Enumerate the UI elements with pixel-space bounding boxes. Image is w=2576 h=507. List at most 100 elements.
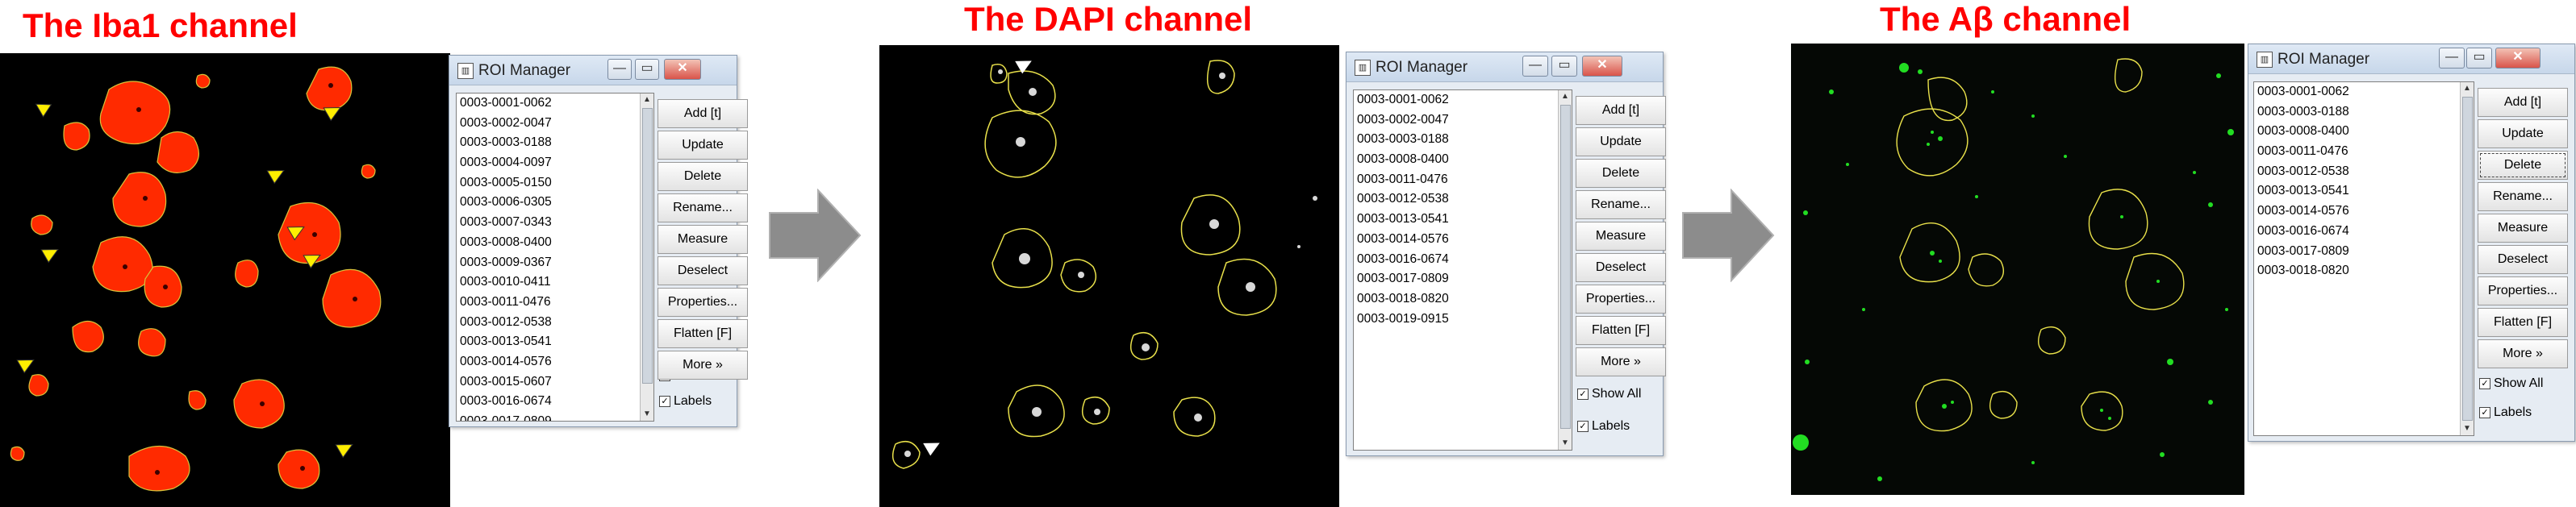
roi-list-item[interactable]: 0003-0002-0047: [1354, 110, 1572, 131]
scroll-up-icon[interactable]: ▲: [1559, 90, 1572, 103]
flatten-button[interactable]: Flatten [F]: [658, 319, 748, 348]
roi-list-item[interactable]: 0003-0013-0541: [457, 332, 653, 352]
roi-list-item[interactable]: 0003-0001-0062: [2254, 82, 2474, 102]
rename-button[interactable]: Rename...: [1576, 190, 1666, 219]
roi-list-item[interactable]: 0003-0002-0047: [457, 114, 653, 134]
deselect-button[interactable]: Deselect: [1576, 253, 1666, 282]
roi-list-item[interactable]: 0003-0018-0820: [2254, 261, 2474, 281]
add-button[interactable]: Add [t]: [1576, 96, 1666, 125]
roi-list-item[interactable]: 0003-0013-0541: [1354, 210, 1572, 230]
show-all-checkbox[interactable]: ✓Show All: [2479, 376, 2543, 391]
labels-checkbox[interactable]: ✓ Labels: [2479, 405, 2532, 420]
roi-list-scrollbar[interactable]: ▲ ▼: [640, 94, 653, 421]
scroll-down-icon[interactable]: ▼: [641, 408, 653, 421]
labels-checkbox[interactable]: ✓ Labels: [1577, 419, 1630, 434]
roi-list-item[interactable]: 0003-0010-0411: [457, 272, 653, 293]
checkbox-check-icon[interactable]: ✓: [2479, 377, 2490, 389]
roi-manager-titlebar[interactable]: ▥ ROI Manager — ▭ ✕: [449, 56, 737, 85]
maximize-icon[interactable]: ▭: [635, 59, 659, 80]
roi-list-item[interactable]: 0003-0003-0188: [1354, 130, 1572, 150]
roi-list-item[interactable]: 0003-0007-0343: [457, 213, 653, 233]
more-button[interactable]: More »: [658, 351, 748, 380]
measure-button[interactable]: Measure: [2478, 214, 2568, 243]
roi-list-item[interactable]: 0003-0011-0476: [2254, 142, 2474, 162]
update-button[interactable]: Update: [2478, 119, 2568, 148]
deselect-button[interactable]: Deselect: [2478, 245, 2568, 274]
checkbox-check-icon[interactable]: ✓: [1577, 388, 1589, 400]
close-icon[interactable]: ✕: [664, 59, 701, 80]
scroll-down-icon[interactable]: ▼: [1559, 437, 1572, 450]
close-icon[interactable]: ✕: [1582, 56, 1622, 77]
roi-manager-window-dapi[interactable]: ▥ ROI Manager — ▭ ✕ 0003-0001-0062 0003-0…: [1346, 52, 1666, 456]
show-all-checkbox[interactable]: ✓Show All: [1577, 387, 1641, 401]
scroll-up-icon[interactable]: ▲: [641, 94, 653, 106]
roi-manager-titlebar[interactable]: ▥ ROI Manager — ▭ ✕: [1346, 52, 1663, 82]
scroll-down-icon[interactable]: ▼: [2461, 422, 2474, 435]
roi-list-item[interactable]: 0003-0018-0820: [1354, 289, 1572, 310]
scroll-thumb[interactable]: [642, 108, 653, 384]
roi-list-item[interactable]: 0003-0008-0400: [2254, 122, 2474, 142]
roi-list-item[interactable]: 0003-0005-0150: [457, 173, 653, 193]
roi-list-scrollbar[interactable]: ▲ ▼: [2460, 82, 2474, 435]
checkbox-check-icon[interactable]: ✓: [659, 395, 670, 407]
checkbox-check-icon[interactable]: ✓: [1577, 420, 1589, 432]
roi-list-item[interactable]: 0003-0009-0367: [457, 253, 653, 273]
roi-list-item[interactable]: 0003-0012-0538: [457, 313, 653, 333]
update-button[interactable]: Update: [658, 131, 748, 160]
roi-list-item[interactable]: 0003-0014-0576: [457, 352, 653, 372]
minimize-icon[interactable]: —: [2439, 48, 2465, 69]
measure-button[interactable]: Measure: [1576, 222, 1666, 251]
flatten-button[interactable]: Flatten [F]: [2478, 308, 2568, 337]
properties-button[interactable]: Properties...: [2478, 276, 2568, 305]
properties-button[interactable]: Properties...: [1576, 285, 1666, 314]
measure-button[interactable]: Measure: [658, 225, 748, 254]
delete-button[interactable]: Delete: [658, 162, 748, 191]
flatten-button[interactable]: Flatten [F]: [1576, 316, 1666, 345]
maximize-icon[interactable]: ▭: [1551, 56, 1577, 77]
roi-manager-window-iba1[interactable]: ▥ ROI Manager — ▭ ✕ 0003-0001-0062 0003-0…: [449, 55, 748, 427]
roi-list-item[interactable]: 0003-0013-0541: [2254, 181, 2474, 202]
delete-button[interactable]: Delete: [2478, 151, 2568, 180]
roi-manager-titlebar[interactable]: ▥ ROI Manager — ▭ ✕: [2248, 44, 2574, 74]
minimize-icon[interactable]: —: [1522, 56, 1548, 77]
roi-list-item[interactable]: 0003-0016-0674: [457, 392, 653, 412]
minimize-icon[interactable]: —: [607, 59, 632, 80]
delete-button[interactable]: Delete: [1576, 159, 1666, 188]
properties-button[interactable]: Properties...: [658, 288, 748, 317]
roi-list-item[interactable]: 0003-0008-0400: [457, 233, 653, 253]
roi-list-item[interactable]: 0003-0017-0809: [2254, 242, 2474, 262]
roi-list[interactable]: 0003-0001-0062 0003-0003-0188 0003-0008-04…: [2253, 81, 2474, 436]
scroll-up-icon[interactable]: ▲: [2461, 82, 2474, 95]
roi-list-item[interactable]: 0003-0012-0538: [2254, 162, 2474, 182]
roi-manager-window-abeta[interactable]: ▥ ROI Manager — ▭ ✕ 0003-0001-0062 0003-0…: [2248, 44, 2575, 442]
close-icon[interactable]: ✕: [2495, 48, 2541, 69]
roi-list-item[interactable]: 0003-0017-0809: [457, 412, 653, 421]
deselect-button[interactable]: Deselect: [658, 256, 748, 285]
checkbox-check-icon[interactable]: ✓: [2479, 406, 2490, 418]
roi-list-item[interactable]: 0003-0001-0062: [1354, 90, 1572, 110]
roi-list-item[interactable]: 0003-0003-0188: [457, 133, 653, 153]
roi-list-item[interactable]: 0003-0008-0400: [1354, 150, 1572, 170]
roi-list-item[interactable]: 0003-0004-0097: [457, 153, 653, 173]
roi-list-item[interactable]: 0003-0014-0576: [2254, 202, 2474, 222]
maximize-icon[interactable]: ▭: [2466, 48, 2492, 69]
roi-list-item[interactable]: 0003-0011-0476: [457, 293, 653, 313]
scroll-thumb[interactable]: [2462, 97, 2473, 421]
roi-list-item[interactable]: 0003-0017-0809: [1354, 269, 1572, 289]
roi-list-item[interactable]: 0003-0015-0607: [457, 372, 653, 393]
scroll-thumb[interactable]: [1560, 105, 1571, 429]
roi-list-item[interactable]: 0003-0014-0576: [1354, 230, 1572, 250]
add-button[interactable]: Add [t]: [2478, 88, 2568, 117]
roi-list-item[interactable]: 0003-0019-0915: [1354, 310, 1572, 330]
roi-list-item[interactable]: 0003-0012-0538: [1354, 189, 1572, 210]
roi-list-item[interactable]: 0003-0016-0674: [1354, 250, 1572, 270]
more-button[interactable]: More »: [1576, 347, 1666, 376]
more-button[interactable]: More »: [2478, 339, 2568, 368]
roi-list-item[interactable]: 0003-0016-0674: [2254, 222, 2474, 242]
roi-list-item[interactable]: 0003-0003-0188: [2254, 102, 2474, 123]
roi-list-item[interactable]: 0003-0001-0062: [457, 94, 653, 114]
rename-button[interactable]: Rename...: [2478, 182, 2568, 211]
roi-list-scrollbar[interactable]: ▲ ▼: [1558, 90, 1572, 450]
roi-list-item[interactable]: 0003-0011-0476: [1354, 170, 1572, 190]
add-button[interactable]: Add [t]: [658, 99, 748, 128]
